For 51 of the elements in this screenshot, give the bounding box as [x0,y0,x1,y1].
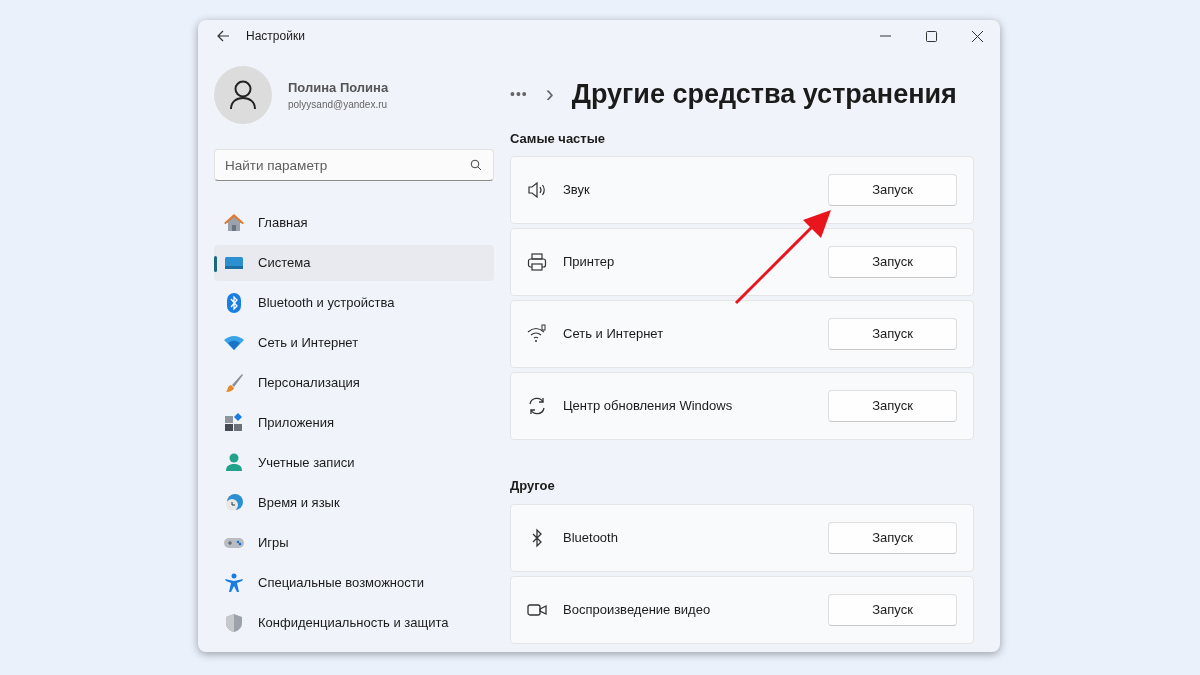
page-title: Другие средства устранения [571,78,957,111]
printer-icon [527,252,547,272]
sidebar-item[interactable]: Время и язык [214,485,494,521]
sidebar-item[interactable]: Система [214,245,494,281]
troubleshooter-label: Воспроизведение видео [563,600,712,619]
refresh-icon [527,396,547,416]
wifi-icon [527,324,547,344]
accessibility-icon [224,573,244,593]
run-button[interactable]: Запуск [828,593,957,626]
sidebar-item[interactable]: Конфиденциальность и защита [214,605,494,641]
run-button[interactable]: Запуск [828,521,957,554]
troubleshooter-label: Сеть и Интернет [563,325,665,344]
bluetooth-icon [224,293,244,313]
more-button[interactable]: ••• [510,83,528,105]
run-button[interactable]: Запуск [828,246,957,278]
troubleshooter-label: Звук [563,181,591,200]
clock-globe-icon [224,493,244,513]
sidebar-item[interactable]: Персонализация [214,365,494,401]
sidebar-item[interactable]: Bluetooth и устройства [214,285,494,321]
breadcrumb-separator: › [545,79,554,110]
sidebar-item[interactable]: Учетные записи [214,445,494,481]
sidebar-item[interactable]: Главная [214,205,494,241]
troubleshooter-label: Bluetooth [563,528,619,547]
maximize-icon [925,30,937,42]
shield-icon [224,613,244,633]
person-icon [224,453,244,473]
user-icon [229,80,257,110]
sidebar-item[interactable]: Приложения [214,405,494,441]
search-icon [470,159,482,171]
run-button[interactable]: Запуск [828,390,957,422]
back-icon[interactable] [216,29,230,43]
run-button[interactable]: Запуск [828,174,957,206]
section-heading: Самые частые [510,129,607,148]
apps-icon [224,413,244,433]
sidebar-item[interactable]: Сеть и Интернет [214,325,494,361]
user-name: Полина Полина [288,78,389,97]
home-icon [224,213,244,233]
sidebar-item[interactable]: Специальные возможности [214,565,494,601]
speaker-icon [527,180,547,200]
close-icon [971,30,983,42]
troubleshooter-label: Принтер [563,253,616,272]
search-field[interactable]: Найти параметр [214,149,494,181]
section-heading: Другое [510,477,556,495]
sidebar-item[interactable]: Игры [214,525,494,561]
wifi-icon [224,333,244,353]
troubleshooter-label: Центр обновления Windows [563,397,734,416]
window-title: Настройки [246,28,305,45]
user-email: polyysand@yandex.ru [288,98,389,113]
run-button[interactable]: Запуск [828,318,957,350]
minimize-icon [879,35,891,37]
brush-icon [224,373,244,393]
